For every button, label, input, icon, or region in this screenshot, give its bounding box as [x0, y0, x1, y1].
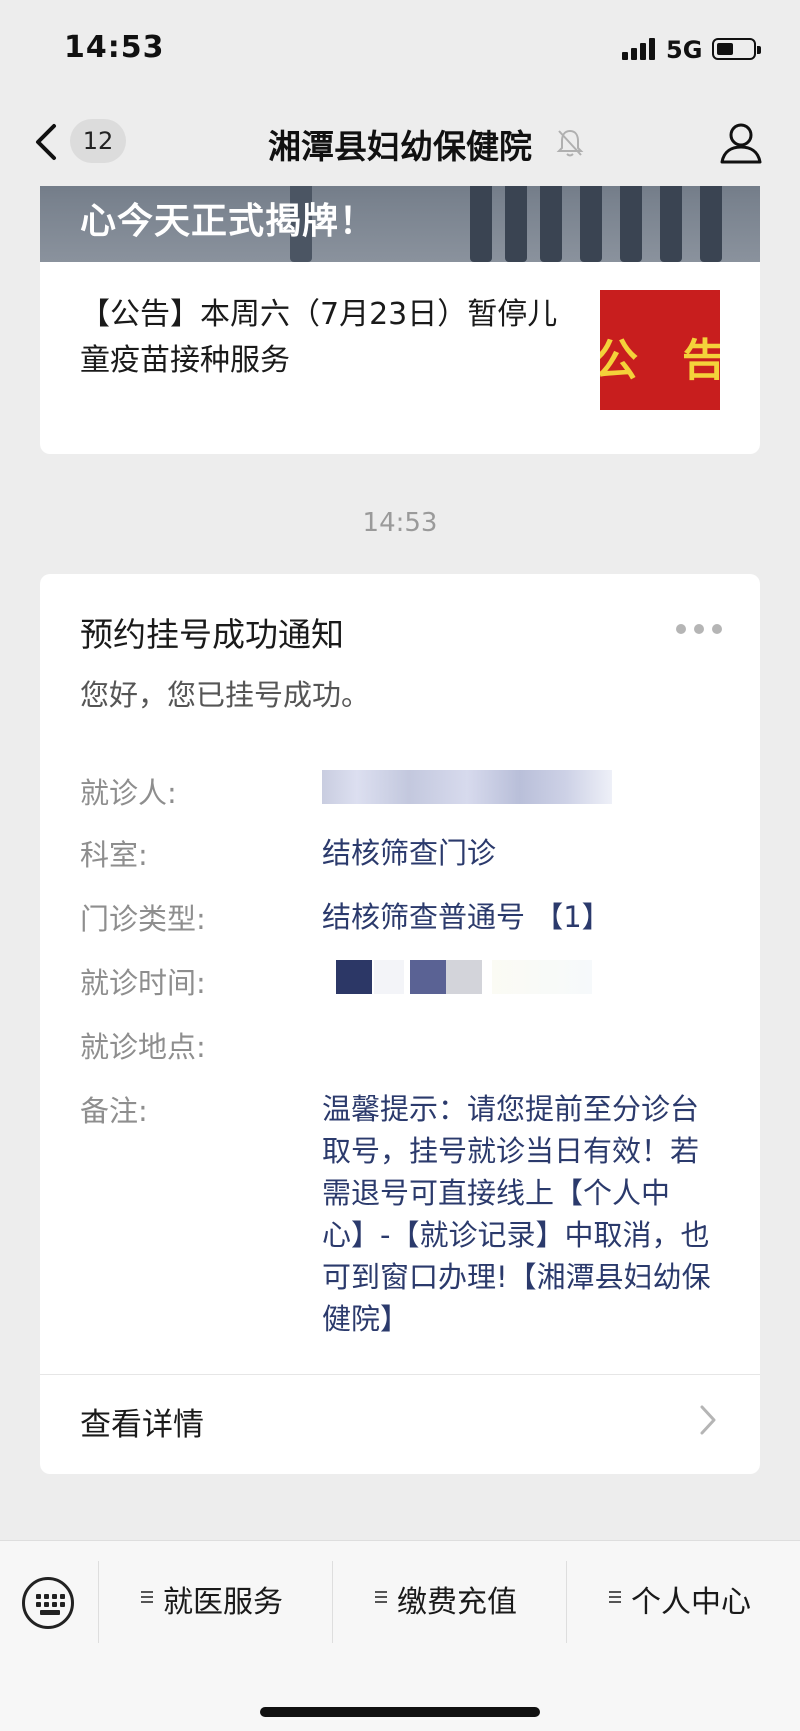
more-options-icon[interactable] [676, 624, 722, 636]
article-title: 【公告】本周六（7月23日）暂停儿童疫苗接种服务 [80, 297, 558, 378]
field-label: 门诊类型: [80, 902, 206, 936]
message-feed[interactable]: 心今天正式揭牌！ 【公告】本周六（7月23日）暂停儿童疫苗接种服务 公 告 14… [0, 186, 800, 1540]
home-indicator [260, 1707, 540, 1717]
field-value: 结核筛查普通号 【1】 [322, 900, 611, 934]
notice-greeting: 您好，您已挂号成功。 [80, 678, 371, 712]
field-label: 就诊人: [80, 776, 177, 810]
menu-list-icon [141, 1589, 153, 1605]
field-label: 就诊地点: [80, 1030, 206, 1064]
mute-bell-icon [556, 129, 584, 157]
notice-title: 预约挂号成功通知 [80, 615, 344, 654]
field-remarks: 备注: 温馨提示：请您提前至分诊台取号，挂号就诊当日有效！若需退号可直接线上【个… [80, 1088, 720, 1348]
bottom-menu: 就医服务 缴费充值 个人中心 [0, 1540, 800, 1731]
menu-item-label: 个人中心 [631, 1585, 751, 1620]
status-bar: 14:53 5G [0, 0, 800, 100]
remarks-value: 温馨提示：请您提前至分诊台取号，挂号就诊当日有效！若需退号可直接线上【个人中心】… [322, 1092, 711, 1336]
field-label: 就诊时间: [80, 966, 206, 1000]
cover-headline: 心今天正式揭牌！ [80, 201, 377, 242]
signal-icon [622, 38, 656, 60]
view-details-button[interactable]: 查看详情 [40, 1375, 760, 1465]
article-cover-image: 心今天正式揭牌！ [40, 186, 760, 262]
menu-item-label: 就医服务 [163, 1585, 283, 1620]
field-visit-location: 就诊地点: [80, 1024, 720, 1066]
chat-title: 湘潭县妇幼保健院 [268, 127, 532, 166]
thumb-text: 公 [600, 335, 638, 386]
menu-list-icon [375, 1589, 387, 1605]
field-value: 结核筛查门诊 [322, 836, 497, 870]
nav-bar: 12 湘潭县妇幼保健院 [0, 100, 800, 186]
article-card[interactable]: 心今天正式揭牌！ 【公告】本周六（7月23日）暂停儿童疫苗接种服务 公 告 [40, 186, 760, 454]
field-label: 科室: [80, 838, 148, 872]
status-time: 14:53 [64, 30, 165, 65]
menu-item-medical-services[interactable]: 就医服务 [99, 1541, 332, 1661]
field-clinic-type: 门诊类型: 结核筛查普通号 【1】 [80, 896, 720, 938]
appointment-notice-card[interactable]: 预约挂号成功通知 您好，您已挂号成功。 就诊人: 科室: 结核筛查门诊 门诊类型… [40, 574, 760, 1474]
field-department: 科室: 结核筛查门诊 [80, 832, 720, 874]
field-label: 备注: [80, 1094, 148, 1128]
notice-thumbnail: 公 告 [600, 290, 720, 410]
field-visit-time: 就诊时间: [80, 960, 720, 1002]
menu-list-icon [609, 1589, 621, 1605]
keyboard-icon[interactable] [22, 1577, 74, 1629]
battery-icon [712, 38, 761, 60]
network-label: 5G [666, 36, 703, 64]
menu-item-payment-topup[interactable]: 缴费充值 [333, 1541, 566, 1661]
menu-item-label: 缴费充值 [397, 1585, 517, 1620]
message-timestamp: 14:53 [362, 508, 438, 538]
chevron-right-icon [700, 1405, 716, 1435]
field-patient: 就诊人: [80, 770, 720, 810]
profile-icon[interactable] [718, 120, 764, 166]
menu-item-personal-center[interactable]: 个人中心 [567, 1541, 800, 1661]
view-details-label: 查看详情 [80, 1407, 204, 1443]
